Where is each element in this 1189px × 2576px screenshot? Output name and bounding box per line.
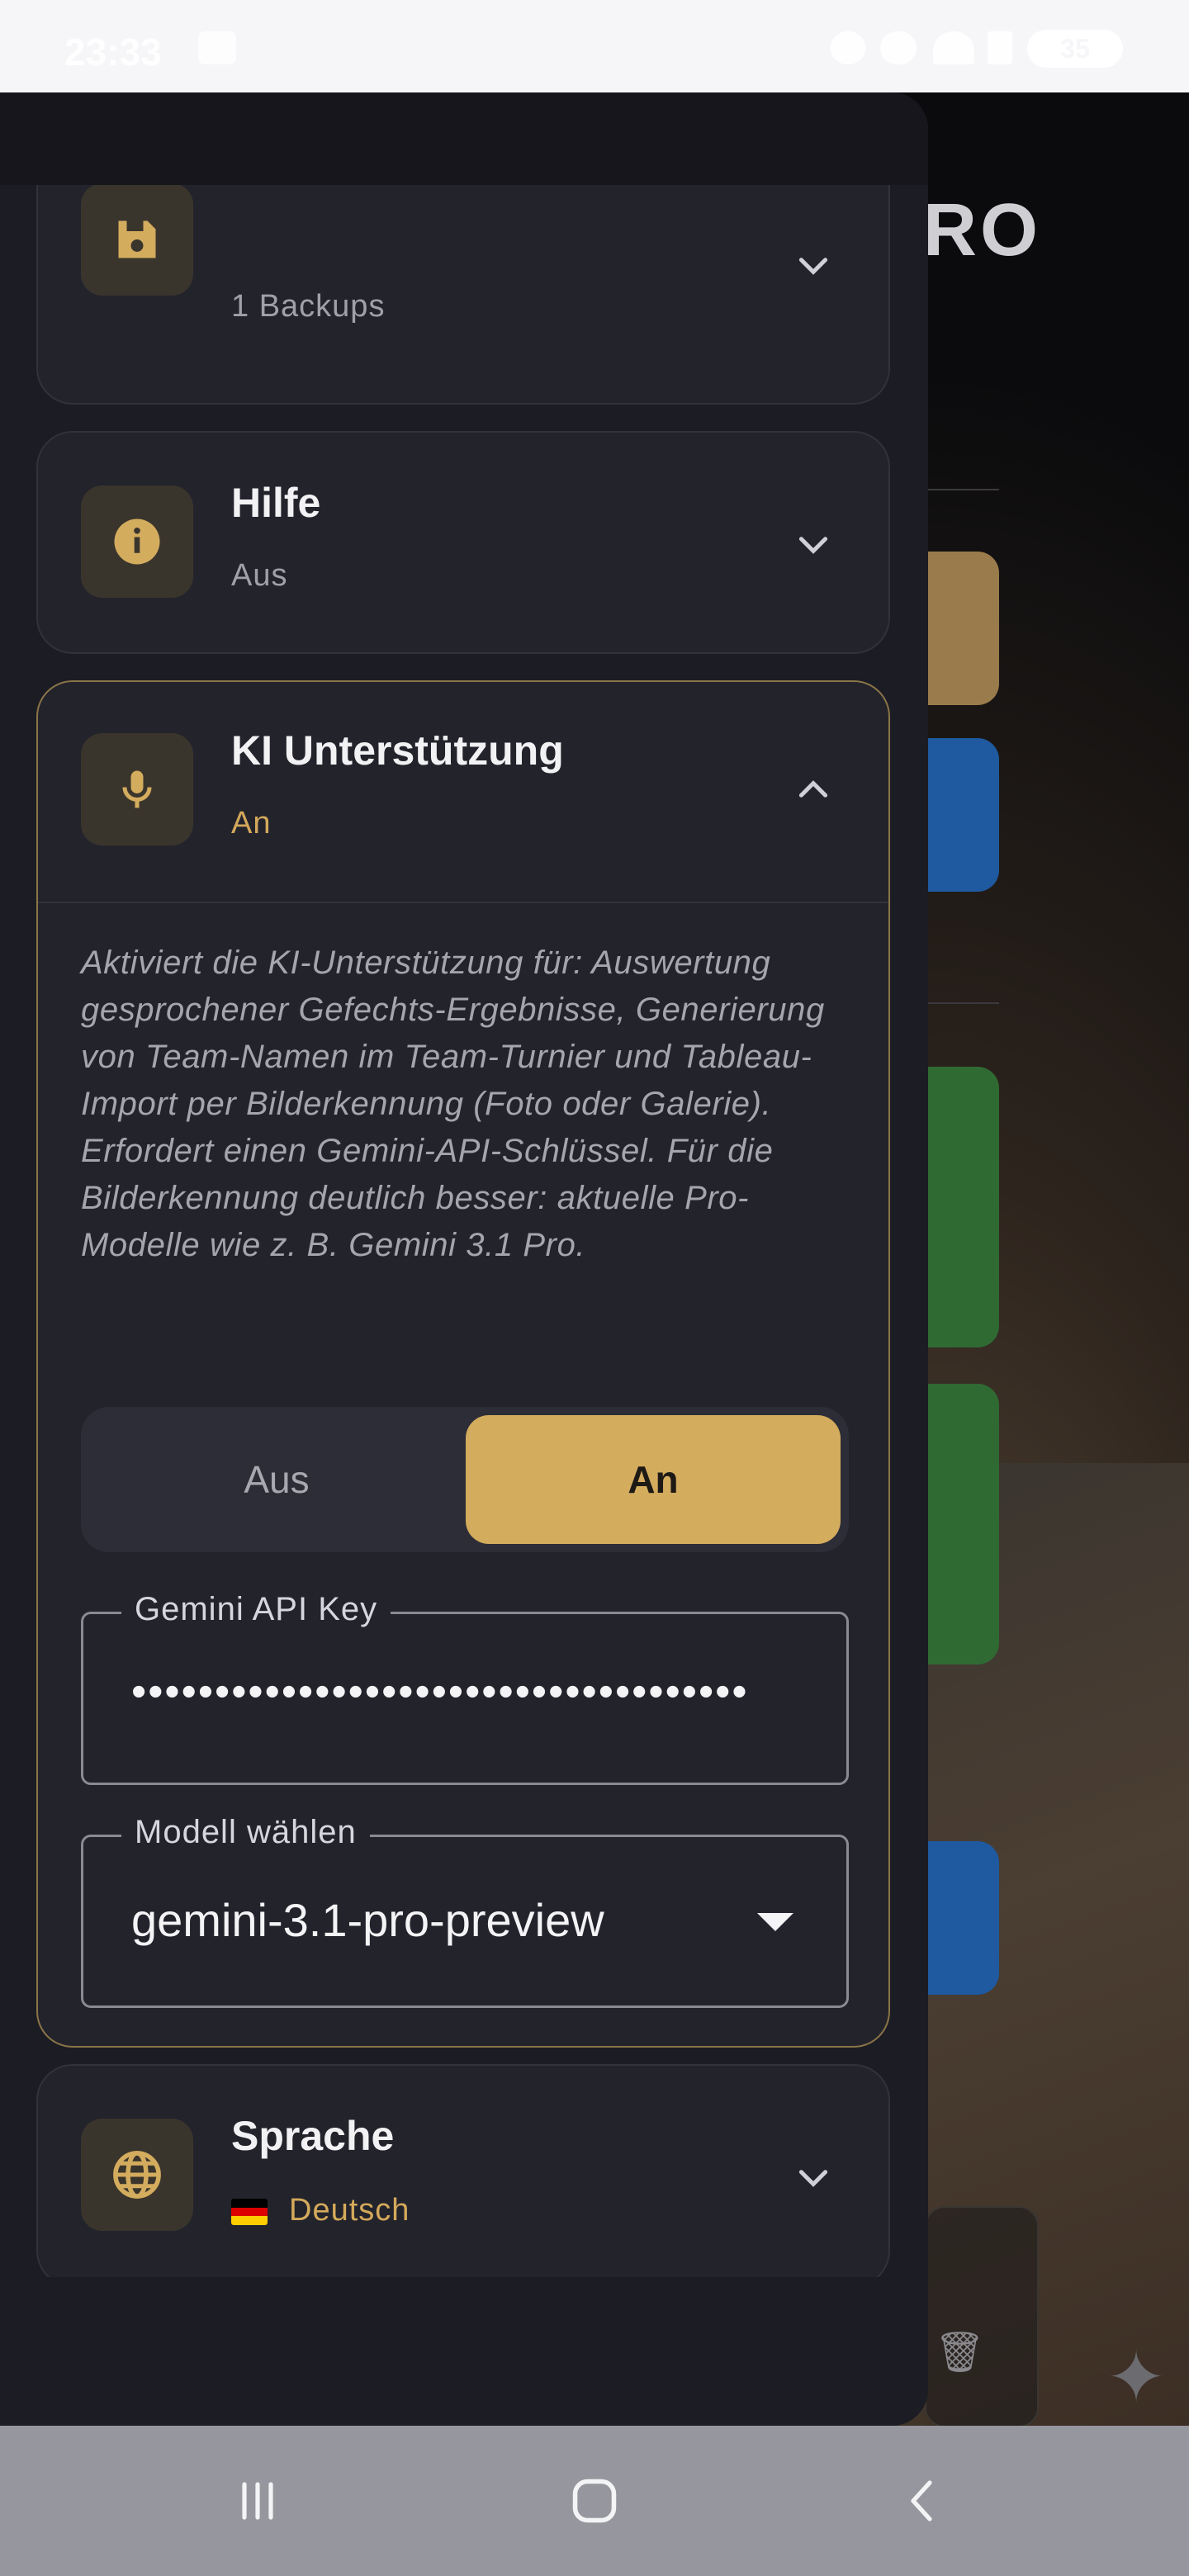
settings-list[interactable]: 1 Backups Hilfe Aus KI Unterstützung An … — [0, 185, 928, 2370]
save-icon — [81, 185, 193, 296]
backup-subtitle: 1 Backups — [231, 289, 386, 324]
card-divider — [38, 902, 888, 903]
background-card — [925, 2206, 1039, 2427]
help-subtitle: Aus — [231, 558, 288, 593]
model-label: Modell wählen — [121, 1814, 370, 1851]
drawer-footer — [0, 2277, 928, 2426]
info-icon — [81, 485, 193, 598]
globe-icon — [81, 2119, 193, 2231]
back-icon — [911, 2480, 932, 2522]
background-flag-icon[interactable] — [1035, 225, 1148, 314]
model-value[interactable]: gemini-3.1-pro-preview — [131, 1893, 604, 1947]
status-bar: 23:33 35 — [0, 0, 1189, 92]
api-key-value[interactable]: ••••••••••••••••••••••••••••••••••••• — [131, 1667, 808, 1717]
settings-card-backup[interactable]: 1 Backups — [36, 185, 890, 405]
german-flag-icon — [231, 2198, 268, 2225]
chevron-down-icon[interactable] — [793, 244, 834, 286]
ai-subtitle: An — [231, 806, 272, 841]
language-subtitle: Deutsch — [289, 2193, 410, 2228]
settings-drawer: 1 Backups Hilfe Aus KI Unterstützung An … — [0, 92, 928, 2426]
ai-description: Aktiviert die KI-Unterstützung für: Ausw… — [81, 945, 825, 1263]
chevron-up-icon[interactable] — [793, 769, 834, 811]
dropdown-arrow-icon[interactable] — [757, 1913, 793, 1931]
settings-card-language[interactable]: Sprache Deutsch — [36, 2064, 890, 2287]
chevron-down-icon[interactable] — [793, 2157, 834, 2198]
background-app-title: RO — [923, 189, 1041, 272]
home-button[interactable] — [512, 2426, 677, 2576]
mic-icon — [81, 733, 193, 845]
api-key-label: Gemini API Key — [121, 1591, 391, 1628]
drawer-header — [0, 92, 928, 185]
signal-icon — [988, 31, 1012, 64]
system-nav-bar — [0, 2426, 1189, 2576]
toggle-option-off[interactable]: Aus — [89, 1415, 464, 1544]
trash-icon[interactable]: 🗑 — [935, 2328, 985, 2375]
dnd-icon — [831, 31, 865, 64]
ai-title: KI Unterstützung — [231, 727, 564, 774]
wifi-icon — [933, 31, 974, 64]
help-title: Hilfe — [231, 480, 321, 526]
api-key-field[interactable]: Gemini API Key •••••••••••••••••••••••••… — [81, 1591, 849, 1785]
back-button[interactable] — [841, 2426, 1006, 2576]
chevron-down-icon[interactable] — [793, 523, 834, 565]
model-select[interactable]: Modell wählen gemini-3.1-pro-preview — [81, 1814, 849, 2008]
recent-apps-button[interactable] — [175, 2426, 340, 2576]
screenshot-icon — [198, 31, 236, 64]
language-title: Sprache — [231, 2113, 395, 2159]
toggle-option-on[interactable]: An — [466, 1415, 841, 1544]
hotspot-icon — [880, 31, 917, 64]
battery-indicator: 35 — [1027, 30, 1123, 68]
recent-apps-icon — [242, 2482, 273, 2520]
status-time: 23:33 — [64, 31, 162, 73]
ai-toggle[interactable]: Aus An — [81, 1407, 849, 1552]
sparkle-icon[interactable]: ✦ — [1106, 2337, 1166, 2419]
settings-card-ai[interactable]: KI Unterstützung An Aktiviert die KI-Unt… — [36, 680, 890, 2048]
settings-card-help[interactable]: Hilfe Aus — [36, 431, 890, 654]
language-subtitle-row: Deutsch — [231, 2193, 410, 2228]
background-divider — [928, 1002, 999, 1004]
home-icon — [572, 2479, 617, 2523]
background-divider — [928, 489, 999, 490]
